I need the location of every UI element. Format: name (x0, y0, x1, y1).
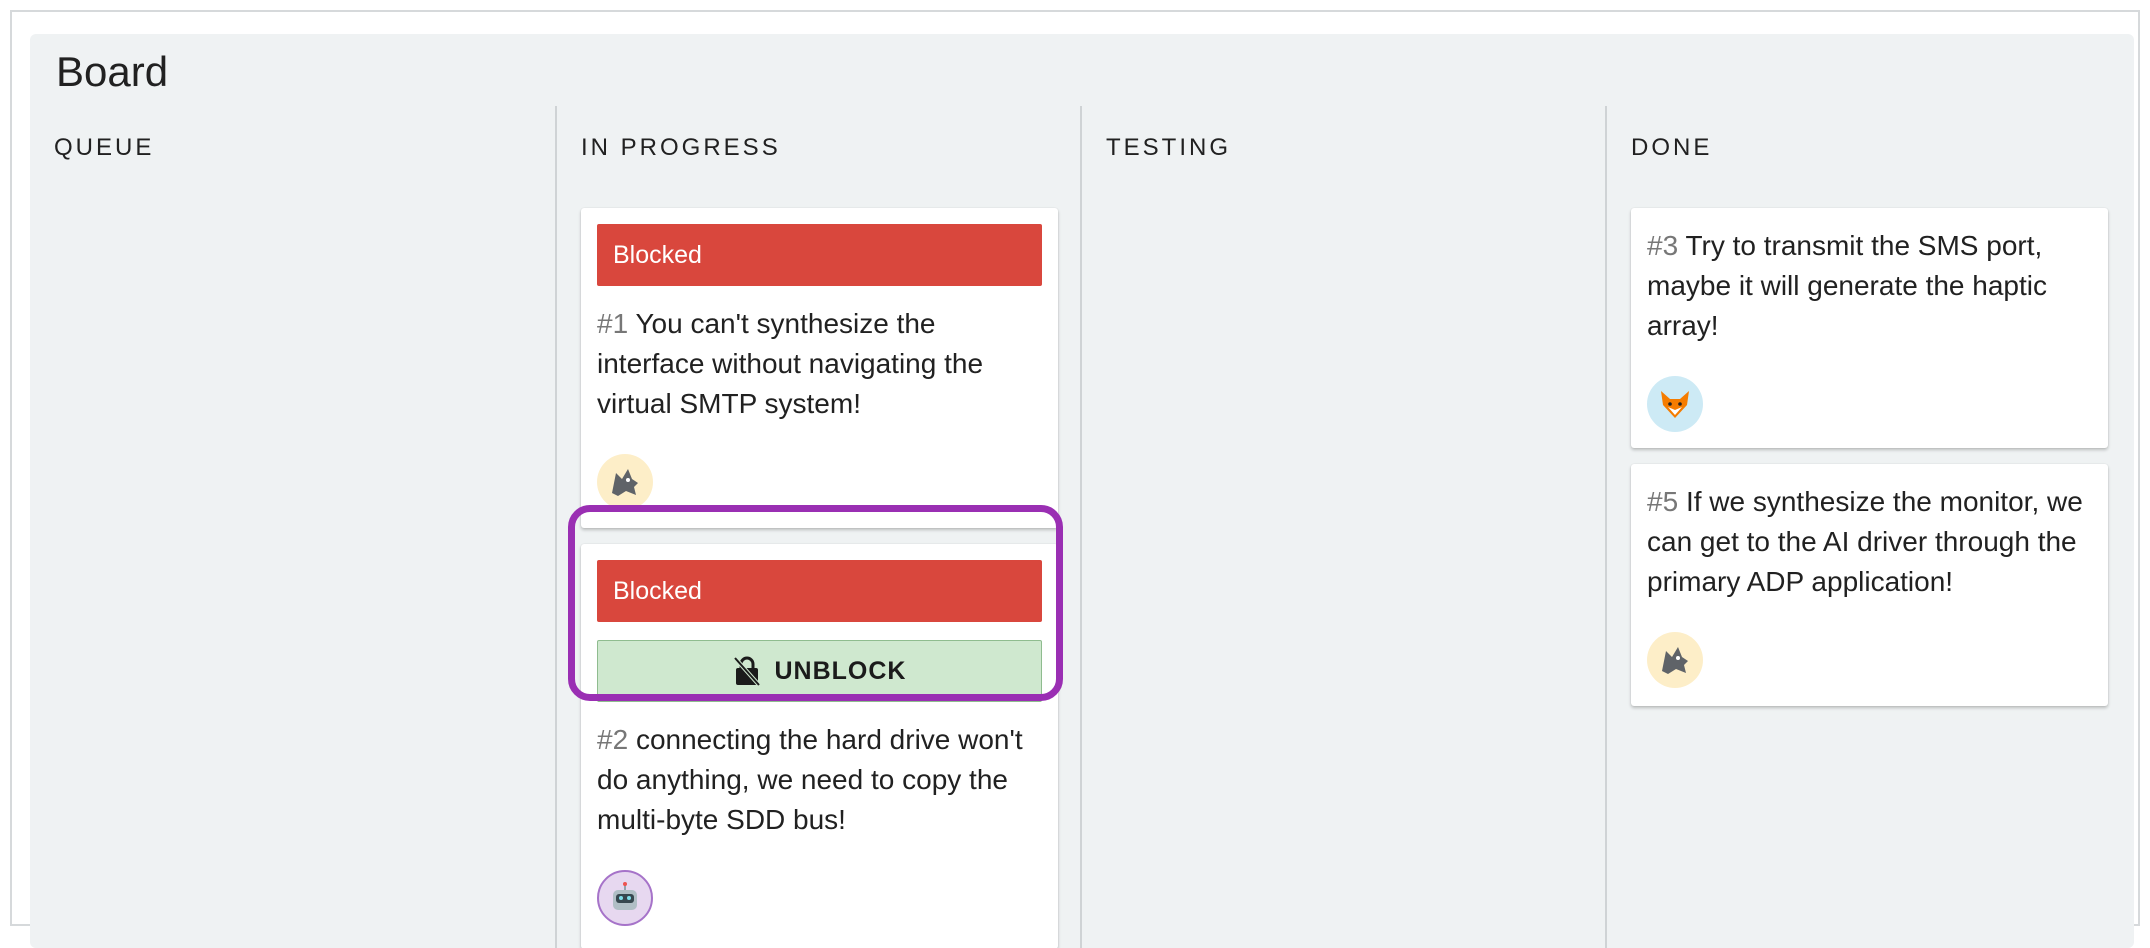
card-description: #3 Try to transmit the SMS port, maybe i… (1647, 226, 2092, 346)
card-text: You can't synthesize the interface witho… (597, 308, 984, 419)
card-text: connecting the hard drive won't do anyth… (597, 724, 1023, 835)
unblock-button[interactable]: UNBLOCK (597, 640, 1042, 702)
fox-icon-glyph (1661, 391, 1689, 418)
card-number: #3 (1647, 230, 1679, 261)
wolf-icon[interactable] (1647, 632, 1703, 688)
fox-icon[interactable] (1647, 376, 1703, 432)
lock-open-off-icon (733, 656, 760, 687)
wolf-icon[interactable] (597, 454, 653, 510)
blocked-badge: Blocked (597, 224, 1042, 286)
column-queue: QUEUE (30, 106, 555, 948)
card-text: Try to transmit the SMS port, maybe it w… (1647, 230, 2047, 341)
column-testing: TESTING (1080, 106, 1605, 948)
card-number: #5 (1647, 486, 1679, 517)
column-title: QUEUE (54, 134, 155, 161)
task-card-2[interactable]: Blocked UNBLOCK #2 connecting the hard d… (581, 544, 1058, 948)
window-frame: Board QUEUE IN PROGRESS Blocked #1 You c… (10, 10, 2140, 948)
robot-icon[interactable] (597, 870, 653, 926)
column-title: IN PROGRESS (581, 134, 781, 161)
robot-icon-glyph (613, 882, 637, 910)
column-title: DONE (1631, 134, 1713, 161)
column-title: TESTING (1106, 134, 1232, 161)
wolf-icon-glyph (1662, 647, 1688, 674)
card-text: If we synthesize the monitor, we can get… (1647, 486, 2083, 597)
board-title: Board (56, 48, 169, 95)
unblock-label: UNBLOCK (774, 656, 907, 685)
card-description: #5 If we synthesize the monitor, we can … (1647, 482, 2092, 602)
card-number: #1 (597, 308, 629, 339)
kanban-board: Board QUEUE IN PROGRESS Blocked #1 You c… (30, 34, 2134, 948)
card-description: #2 connecting the hard drive won't do an… (597, 720, 1042, 840)
blocked-badge: Blocked (597, 560, 1042, 622)
column-in-progress: IN PROGRESS Blocked #1 You can't synthes… (555, 106, 1080, 948)
task-card-5[interactable]: #5 If we synthesize the monitor, we can … (1631, 464, 2108, 706)
wolf-icon-glyph (612, 469, 638, 496)
card-description: #1 You can't synthesize the interface wi… (597, 304, 1042, 424)
card-number: #2 (597, 724, 629, 755)
task-card-3[interactable]: #3 Try to transmit the SMS port, maybe i… (1631, 208, 2108, 448)
task-card-1[interactable]: Blocked #1 You can't synthesize the inte… (581, 208, 1058, 528)
column-done: DONE #3 Try to transmit the SMS port, ma… (1605, 106, 2130, 948)
